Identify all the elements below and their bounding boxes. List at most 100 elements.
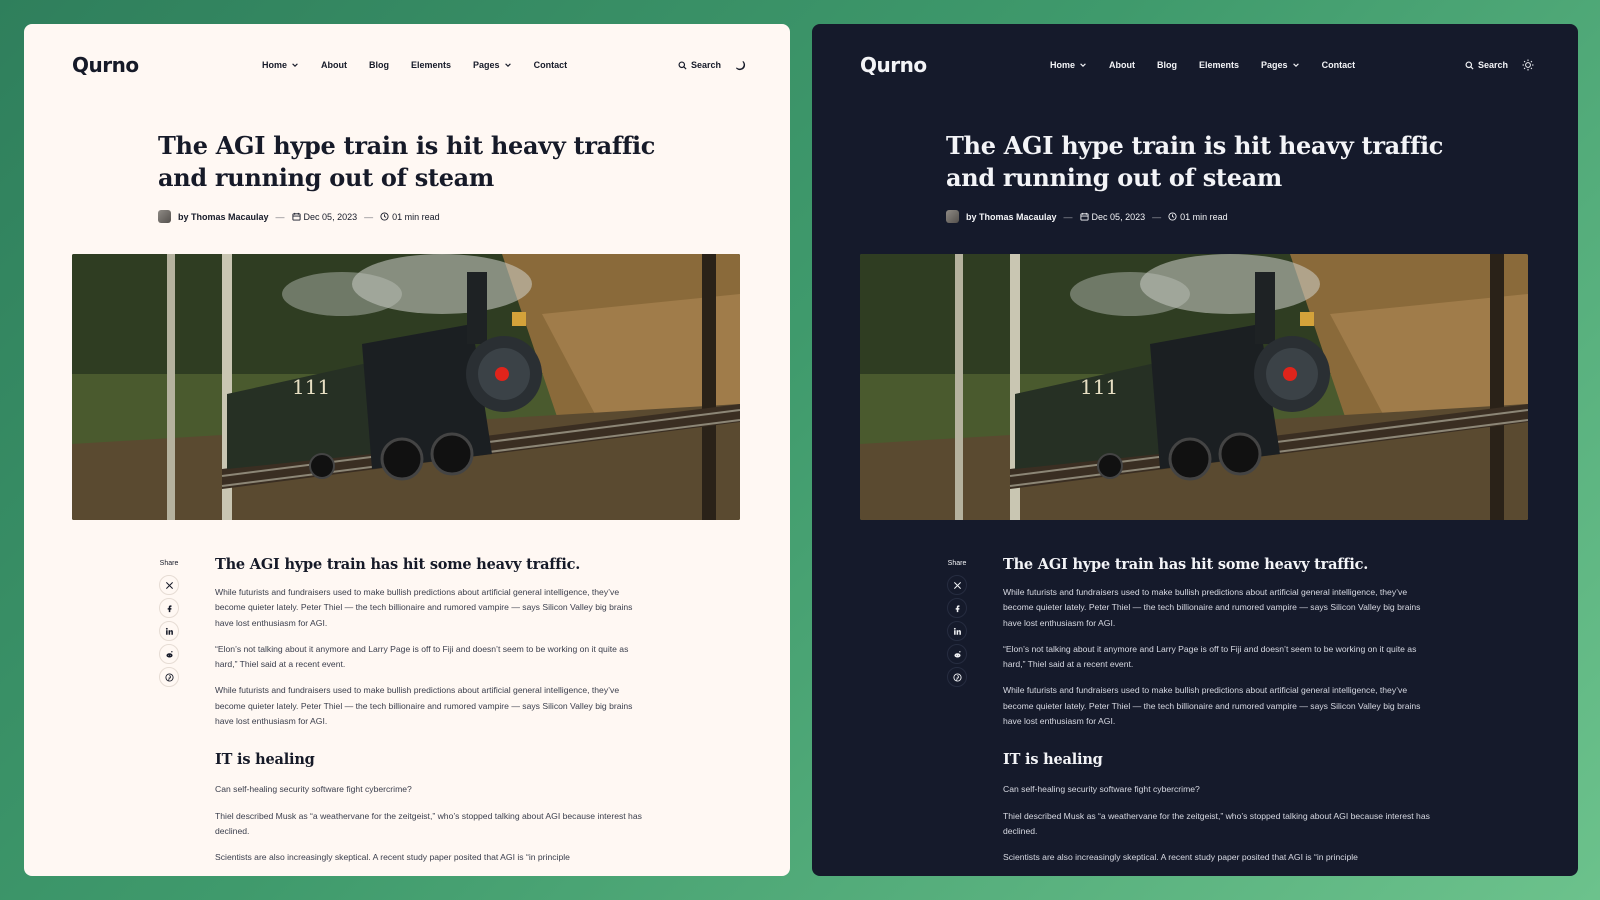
nav-pages-label: Pages [473, 60, 500, 70]
article-paragraph: While futurists and fundraisers used to … [215, 685, 633, 727]
sun-icon [1522, 59, 1534, 71]
article-paragraph: While futurists and fundraisers used to … [215, 587, 633, 628]
publish-date: Dec 05, 2023 [291, 211, 358, 222]
site-logo[interactable]: Qurno [72, 53, 262, 77]
share-reddit-button[interactable] [159, 644, 179, 664]
nav-home[interactable]: Home [262, 60, 299, 70]
theme-toggle[interactable] [1522, 59, 1534, 71]
meta-separator: — [275, 211, 285, 222]
reddit-icon [953, 650, 961, 658]
locomotive-number: 111 [292, 375, 330, 399]
publish-date: Dec 05, 2023 [1079, 211, 1146, 222]
publish-date-text: Dec 05, 2023 [303, 211, 358, 222]
article-paragraph: Thiel described Musk as “a weathervane f… [1003, 810, 1430, 836]
article-title: The AGI hype train is hit heavy traffic … [158, 131, 656, 192]
chevron-down-icon [504, 63, 511, 67]
meta-separator: — [364, 211, 374, 222]
author-name[interactable]: by Thomas Macaulay [966, 212, 1057, 222]
nav-tools: Search [1465, 59, 1534, 71]
nav-home[interactable]: Home [1050, 60, 1087, 70]
author-name[interactable]: by Thomas Macaulay [178, 212, 269, 222]
nav-tools: Search [678, 60, 746, 71]
share-facebook-button[interactable] [159, 598, 179, 618]
nav-elements[interactable]: Elements [1199, 60, 1239, 70]
light-mode-preview: Qurno Home About Blog Elements Pages Con… [24, 24, 790, 876]
nav-pages[interactable]: Pages [1261, 60, 1300, 70]
article-paragraph: Can self-healing security software fight… [215, 784, 412, 795]
article-section-heading: IT is healing [1003, 751, 1103, 769]
share-linkedin-button[interactable] [947, 621, 967, 641]
article-body: The AGI hype train has hit some heavy tr… [215, 556, 647, 876]
article-paragraph: While futurists and fundraisers used to … [1003, 587, 1421, 628]
search-icon [1465, 60, 1474, 70]
search-button[interactable]: Search [1465, 60, 1508, 70]
meta-separator: — [1152, 211, 1162, 222]
theme-toggle[interactable] [735, 60, 746, 71]
nav-pages[interactable]: Pages [473, 60, 512, 70]
facebook-icon [167, 604, 171, 612]
nav-contact[interactable]: Contact [534, 60, 568, 70]
read-time: 01 min read [1168, 212, 1228, 222]
clock-icon [380, 212, 389, 221]
article-meta: by Thomas Macaulay — Dec 05, 2023 — 01 m… [158, 210, 440, 223]
search-button[interactable]: Search [678, 60, 721, 70]
article-paragraph: “Elon’s not talking about it anymore and… [1003, 643, 1417, 670]
nav-home-label: Home [262, 60, 288, 70]
article-section-heading: IT is healing [215, 751, 315, 769]
article-subheading: The AGI hype train has hit some heavy tr… [215, 556, 581, 573]
locomotive-illustration: 111 [860, 254, 1528, 520]
share-pinterest-button[interactable] [947, 667, 967, 687]
meta-separator: — [1063, 211, 1073, 222]
article-paragraph: Thiel described Musk as “a weathervane f… [215, 810, 642, 836]
search-label: Search [690, 60, 721, 70]
reddit-icon [165, 650, 173, 658]
read-time-text: 01 min read [392, 211, 440, 222]
site-logo[interactable]: Qurno [860, 53, 1050, 77]
nav-pages-label: Pages [1261, 60, 1288, 70]
linkedin-icon [165, 627, 173, 635]
share-x-button[interactable] [947, 575, 967, 595]
pinterest-icon [164, 672, 174, 682]
share-linkedin-button[interactable] [159, 621, 179, 641]
share-facebook-button[interactable] [947, 598, 967, 618]
article-paragraph: Scientists are also increasingly skeptic… [215, 852, 570, 863]
share-bar: Share [158, 560, 180, 690]
nav-menu: Home About Blog Elements Pages Contact [1050, 60, 1355, 70]
nav-menu: Home About Blog Elements Pages Contact [262, 60, 567, 70]
nav-about[interactable]: About [1109, 60, 1135, 70]
locomotive-number: 111 [1080, 375, 1118, 399]
linkedin-icon [953, 627, 961, 635]
article-body: The AGI hype train has hit some heavy tr… [1003, 556, 1435, 876]
read-time: 01 min read [380, 212, 440, 222]
read-time-text: 01 min read [1180, 211, 1228, 222]
nav-blog[interactable]: Blog [1157, 60, 1177, 70]
nav-elements[interactable]: Elements [411, 60, 451, 70]
facebook-icon [955, 604, 959, 612]
nav-about[interactable]: About [321, 60, 347, 70]
pinterest-icon [952, 672, 962, 682]
article-paragraph: “Elon’s not talking about it anymore and… [215, 643, 629, 670]
author-avatar [946, 210, 959, 223]
author-avatar [158, 210, 171, 223]
share-reddit-button[interactable] [947, 644, 967, 664]
article-title: The AGI hype train is hit heavy traffic … [946, 131, 1444, 192]
nav-blog[interactable]: Blog [369, 60, 389, 70]
share-bar: Share [946, 560, 968, 690]
article-meta: by Thomas Macaulay — Dec 05, 2023 — 01 m… [946, 210, 1228, 223]
chevron-down-icon [1292, 63, 1299, 67]
article-subheading: The AGI hype train has hit some heavy tr… [1003, 556, 1369, 573]
share-pinterest-button[interactable] [159, 667, 179, 687]
locomotive-illustration: 111 [72, 254, 740, 520]
nav-contact[interactable]: Contact [1322, 60, 1356, 70]
publish-date-text: Dec 05, 2023 [1091, 211, 1146, 222]
search-icon [678, 60, 687, 70]
clock-icon [1168, 212, 1177, 221]
share-label: Share [159, 560, 179, 567]
article-paragraph: Can self-healing security software fight… [1003, 784, 1200, 795]
share-x-button[interactable] [159, 575, 179, 595]
dark-mode-preview: Qurno Home About Blog Elements Pages Con… [812, 24, 1578, 876]
calendar-icon [291, 212, 301, 221]
moon-icon [736, 60, 746, 70]
search-label: Search [1477, 60, 1508, 70]
x-icon [165, 581, 173, 589]
